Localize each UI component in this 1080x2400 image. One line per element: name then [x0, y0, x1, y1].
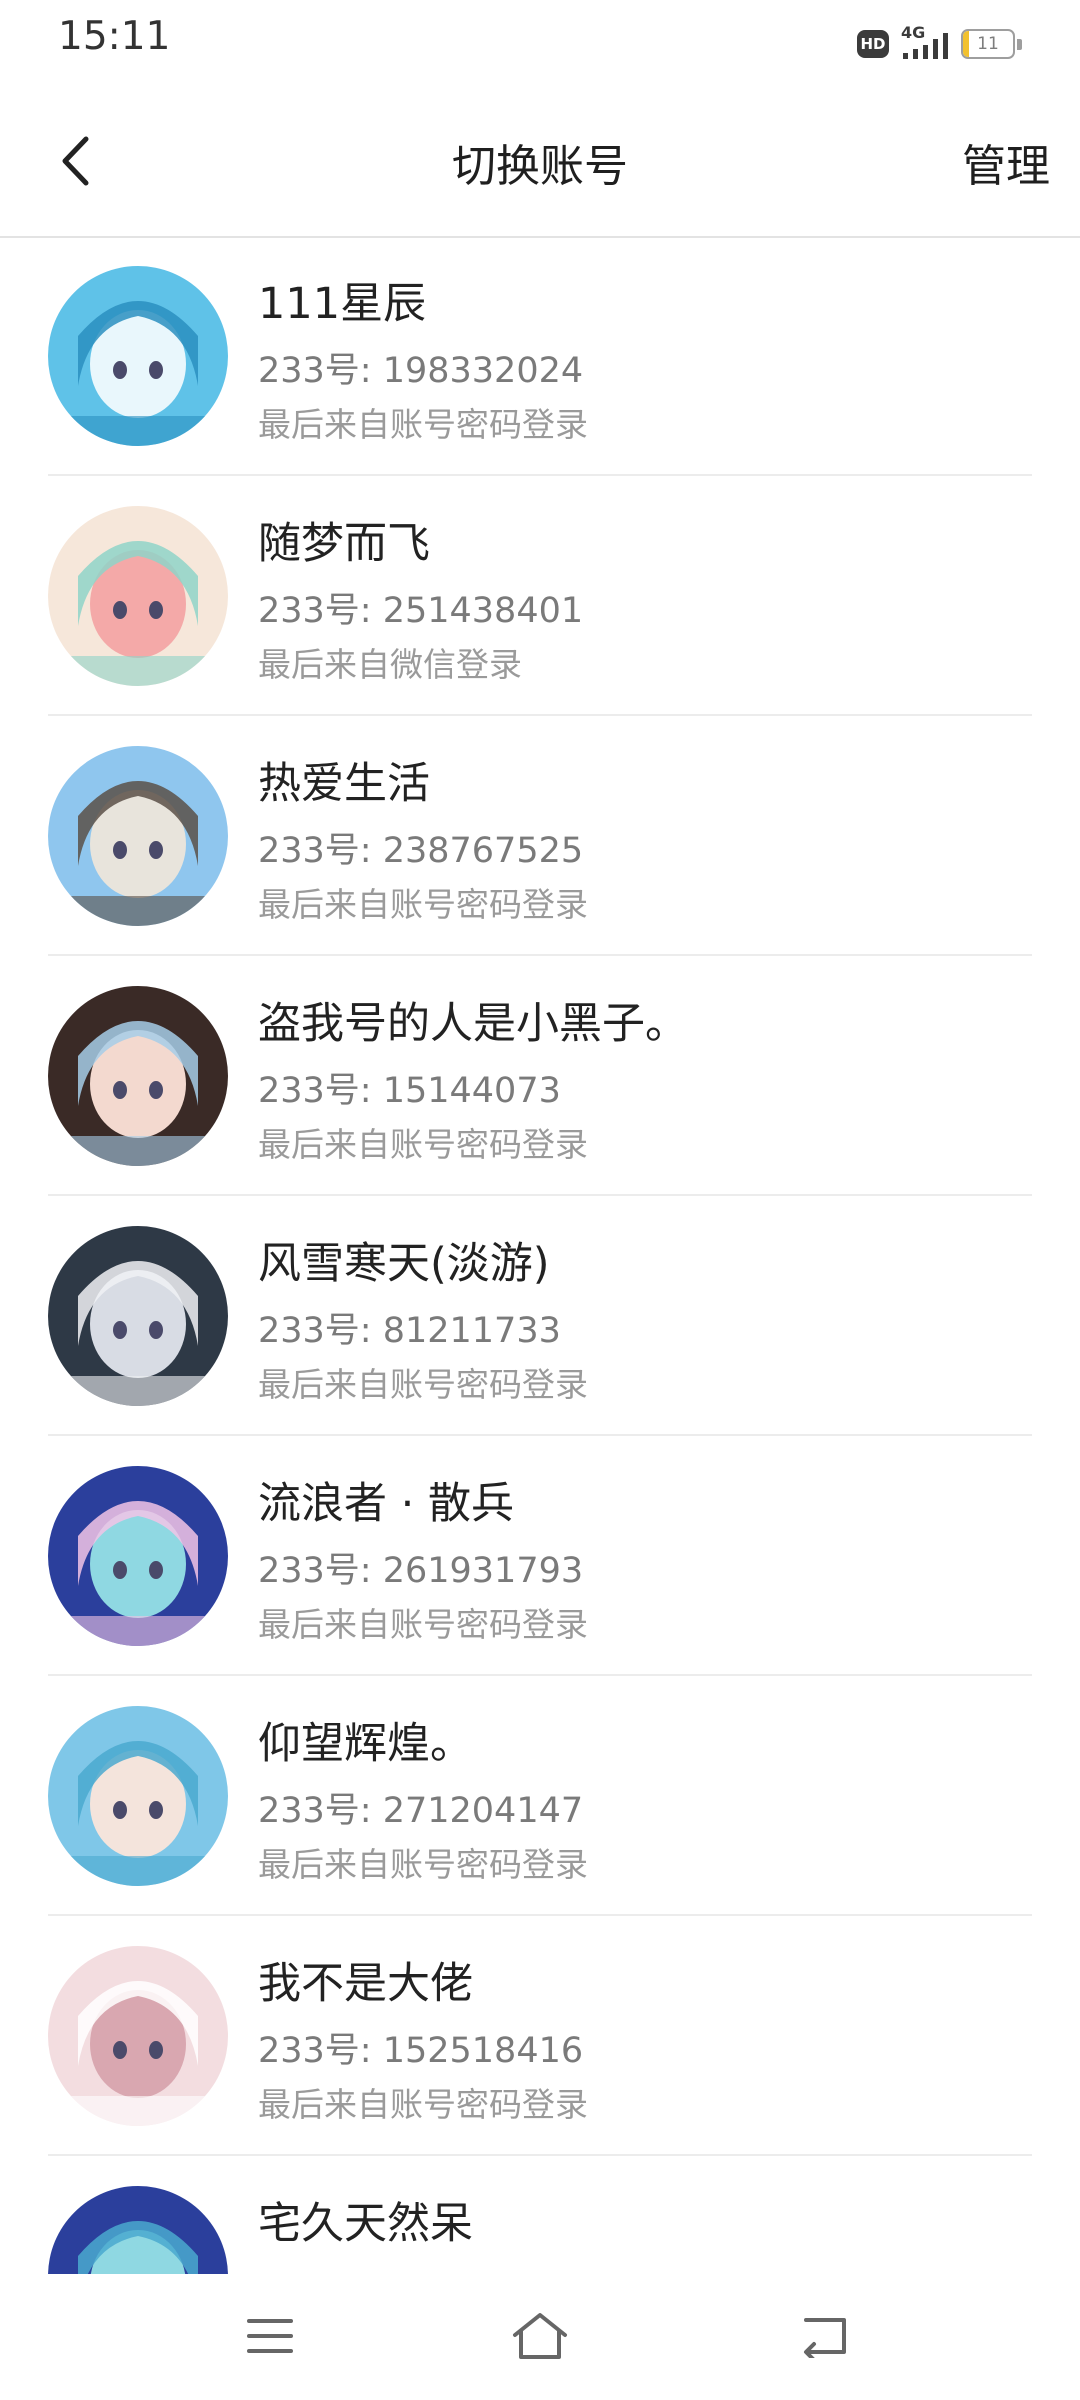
account-login-source: 最后来自账号密码登录 — [258, 2085, 588, 2124]
back-arrow-icon — [804, 2318, 846, 2358]
avatar — [48, 746, 228, 926]
account-id: 233号: 81211733 — [258, 1311, 561, 1351]
status-time: 15:11 — [58, 14, 171, 59]
account-login-source: 最后来自账号密码登录 — [258, 1845, 588, 1884]
account-id: 233号: 152518416 — [258, 2031, 584, 2071]
account-name: 仰望辉煌。 — [258, 1719, 473, 1769]
account-name: 盗我号的人是小黑子。 — [258, 999, 688, 1049]
avatar — [48, 986, 228, 1166]
avatar — [48, 1706, 228, 1886]
account-name: 随梦而飞 — [258, 519, 430, 569]
account-item[interactable]: 流浪者 · 散兵 233号: 261931793 最后来自账号密码登录 — [48, 1436, 1032, 1676]
account-name: 流浪者 · 散兵 — [258, 1479, 515, 1529]
hd-icon: HD — [857, 30, 889, 58]
avatar — [48, 1226, 228, 1406]
avatar — [48, 266, 228, 446]
signal-icon: 4G — [901, 23, 949, 61]
account-login-source: 最后来自账号密码登录 — [258, 1125, 588, 1164]
account-item[interactable]: 我不是大佬 233号: 152518416 最后来自账号密码登录 — [48, 1916, 1032, 2156]
nav-back-button[interactable] — [795, 2306, 855, 2366]
battery-icon: 11 — [961, 29, 1015, 59]
account-item[interactable]: 宅久天然呆 — [48, 2156, 1032, 2274]
account-id: 233号: 261931793 — [258, 1551, 584, 1591]
avatar — [48, 1946, 228, 2126]
account-id: 233号: 251438401 — [258, 591, 584, 631]
status-icons: HD 4G 11 — [857, 23, 1022, 64]
account-id: 233号: 271204147 — [258, 1791, 584, 1831]
battery-fill — [963, 31, 969, 57]
nav-menu-button[interactable] — [240, 2306, 300, 2366]
battery-level: 11 — [977, 34, 999, 54]
account-item[interactable]: 热爱生活 233号: 238767525 最后来自账号密码登录 — [48, 716, 1032, 956]
account-item[interactable]: 随梦而飞 233号: 251438401 最后来自微信登录 — [48, 476, 1032, 716]
header: 切换账号 管理 — [0, 90, 1080, 238]
account-id: 233号: 238767525 — [258, 831, 584, 871]
account-name: 热爱生活 — [258, 759, 430, 809]
avatar — [48, 1466, 228, 1646]
account-login-source: 最后来自账号密码登录 — [258, 885, 588, 924]
account-name: 我不是大佬 — [258, 1959, 473, 2009]
account-login-source: 最后来自微信登录 — [258, 645, 522, 684]
account-login-source: 最后来自账号密码登录 — [258, 405, 588, 444]
account-item[interactable]: 仰望辉煌。 233号: 271204147 最后来自账号密码登录 — [48, 1676, 1032, 1916]
avatar — [48, 2186, 228, 2274]
account-login-source: 最后来自账号密码登录 — [258, 1365, 588, 1404]
menu-icon — [247, 2319, 293, 2353]
battery-nub — [1017, 38, 1022, 50]
status-bar: 15:11 HD 4G 11 — [0, 0, 1080, 90]
nav-home-button[interactable] — [510, 2306, 570, 2366]
home-icon — [513, 2313, 567, 2359]
account-list[interactable]: 111星辰 233号: 198332024 最后来自账号密码登录 随梦而飞 233号: … — [0, 236, 1080, 2274]
manage-button[interactable]: 管理 — [962, 130, 1050, 194]
account-item[interactable]: 111星辰 233号: 198332024 最后来自账号密码登录 — [48, 236, 1032, 476]
account-name: 111星辰 — [258, 279, 427, 329]
account-name: 风雪寒天(淡游) — [258, 1239, 550, 1289]
account-id: 233号: 198332024 — [258, 351, 584, 391]
account-name: 宅久天然呆 — [258, 2199, 473, 2249]
avatar — [48, 506, 228, 686]
account-id: 233号: 15144073 — [258, 1071, 561, 1111]
account-item[interactable]: 盗我号的人是小黑子。 233号: 15144073 最后来自账号密码登录 — [48, 956, 1032, 1196]
account-item[interactable]: 风雪寒天(淡游) 233号: 81211733 最后来自账号密码登录 — [48, 1196, 1032, 1436]
page-title: 切换账号 — [452, 141, 628, 192]
account-login-source: 最后来自账号密码登录 — [258, 1605, 588, 1644]
navigation-bar — [0, 2274, 1080, 2400]
